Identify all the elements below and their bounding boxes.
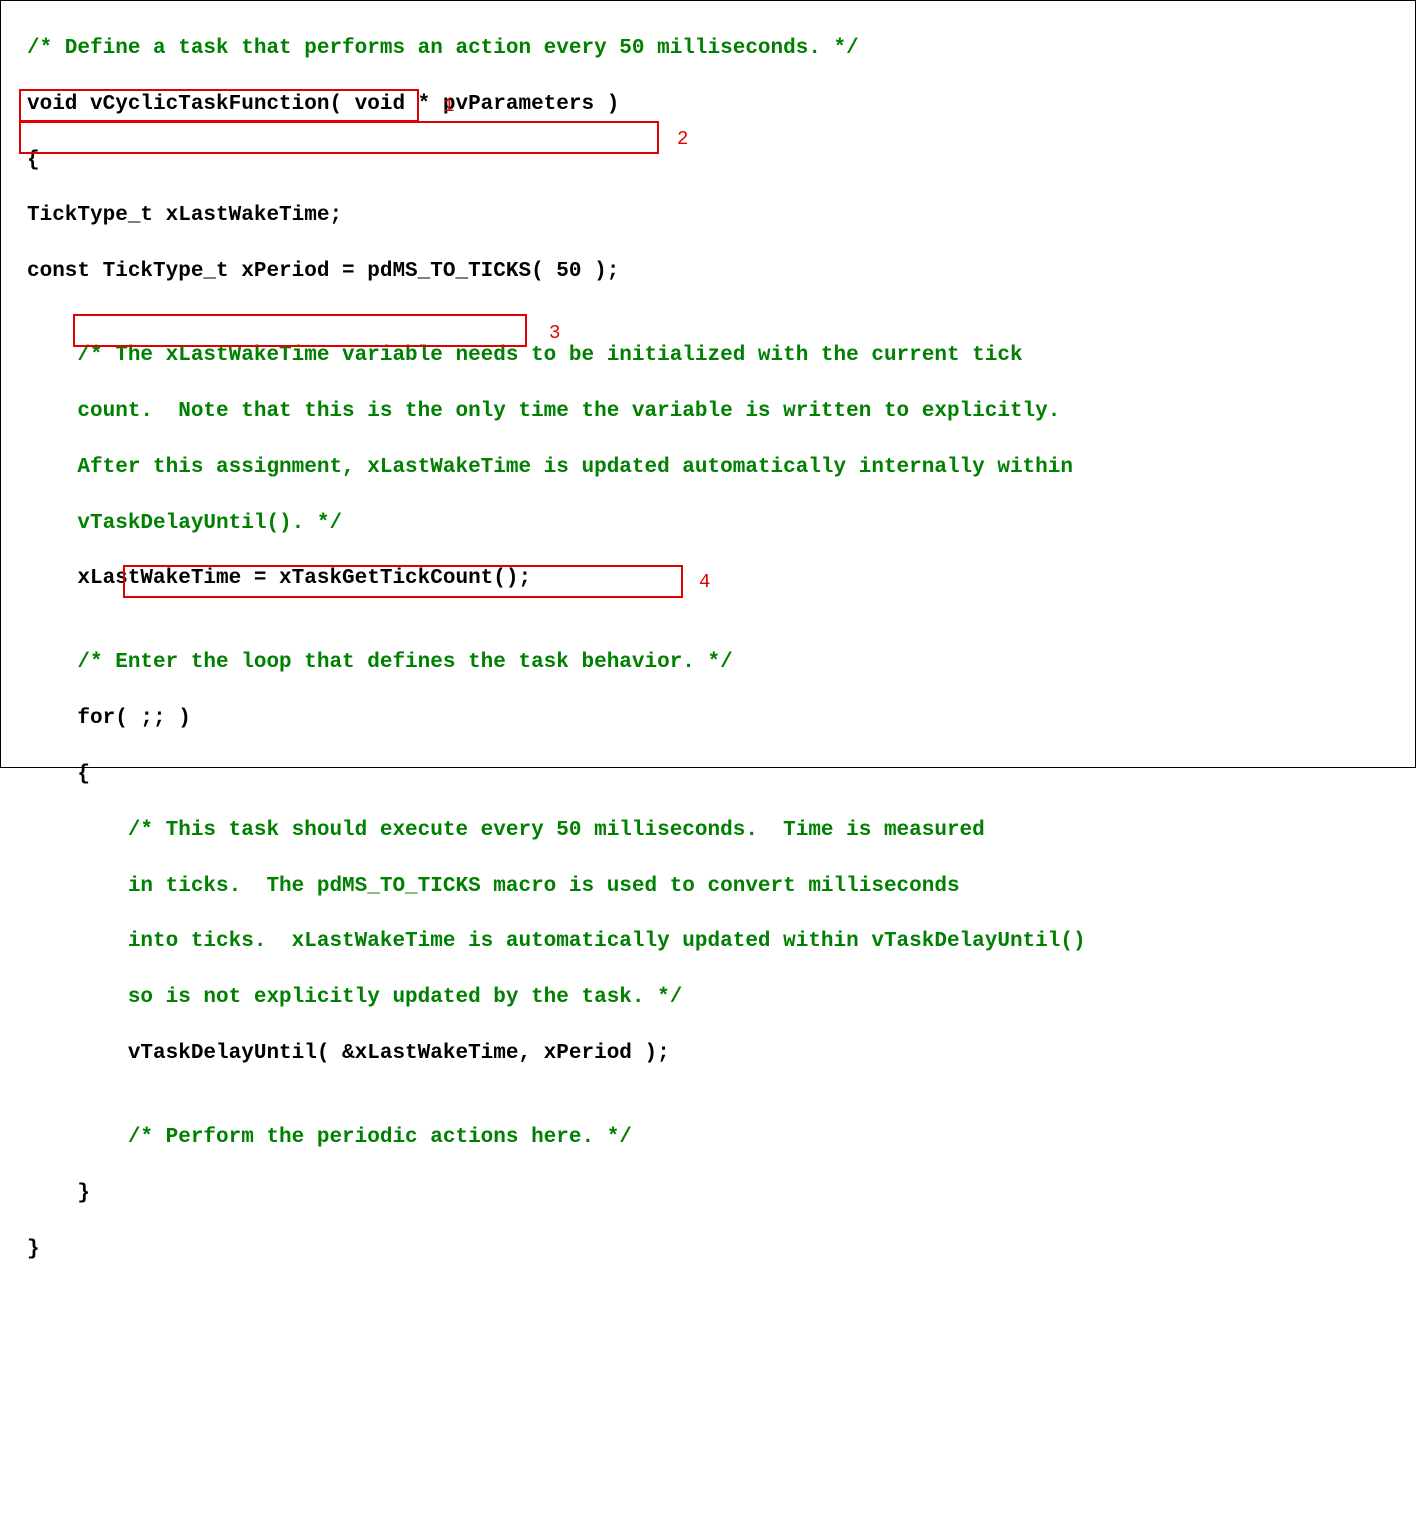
code-line: TickType_t xLastWakeTime;	[27, 202, 1415, 230]
code-line: {	[27, 147, 1415, 175]
code-line: vTaskDelayUntil(). */	[27, 510, 1415, 538]
annotation-1: 1	[443, 94, 454, 119]
code-line: /* Enter the loop that defines the task …	[27, 649, 1415, 677]
code-listing: /* Define a task that performs an action…	[0, 0, 1416, 768]
code-line: /* The xLastWakeTime variable needs to b…	[27, 342, 1415, 370]
code-line: After this assignment, xLastWakeTime is …	[27, 454, 1415, 482]
annotation-2: 2	[677, 127, 688, 152]
code-line: const TickType_t xPeriod = pdMS_TO_TICKS…	[27, 258, 1415, 286]
annotation-4: 4	[699, 570, 710, 595]
code-line: count. Note that this is the only time t…	[27, 398, 1415, 426]
code-line: in ticks. The pdMS_TO_TICKS macro is use…	[27, 873, 1415, 901]
code-line: into ticks. xLastWakeTime is automatical…	[27, 928, 1415, 956]
code-line: }	[27, 1180, 1415, 1208]
code-line: so is not explicitly updated by the task…	[27, 984, 1415, 1012]
code-line: /* This task should execute every 50 mil…	[27, 817, 1415, 845]
code-line: for( ;; )	[27, 705, 1415, 733]
code-line: vTaskDelayUntil( &xLastWakeTime, xPeriod…	[27, 1040, 1415, 1068]
code-line: /* Define a task that performs an action…	[27, 35, 1415, 63]
code-line: /* Perform the periodic actions here. */	[27, 1124, 1415, 1152]
annotation-3: 3	[549, 321, 560, 346]
code-line: }	[27, 1236, 1415, 1264]
code-line: void vCyclicTaskFunction( void * pvParam…	[27, 91, 1415, 119]
code-line: {	[27, 761, 1415, 789]
code-line: xLastWakeTime = xTaskGetTickCount();	[27, 565, 1415, 593]
